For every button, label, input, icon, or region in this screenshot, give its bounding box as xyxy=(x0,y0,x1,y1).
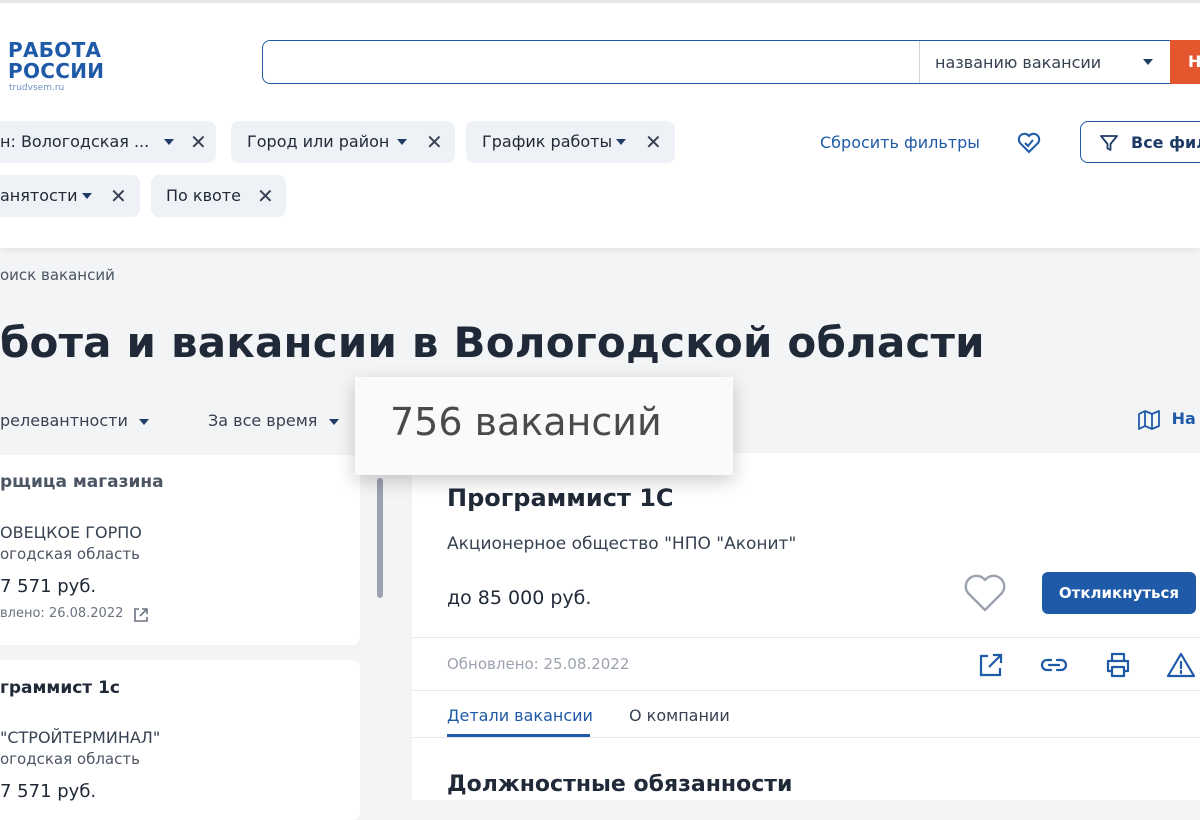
period-label: За все время xyxy=(208,411,318,430)
top-divider xyxy=(0,0,1200,3)
external-link-icon[interactable] xyxy=(132,606,150,624)
breadcrumb[interactable]: оиск вакансий xyxy=(0,266,115,284)
vacancy-card-company: ОВЕЦКОЕ ГОРПО xyxy=(0,523,142,542)
all-filters-label: Все фил xyxy=(1131,133,1200,152)
vacancy-card-company: "СТРОЙТЕРМИНАЛ" xyxy=(0,728,161,747)
logo-line-1: РАБОТА xyxy=(8,38,102,62)
filter-chip-quota[interactable]: По квоте ✕ xyxy=(151,175,286,217)
vacancy-salary: до 85 000 руб. xyxy=(447,587,592,609)
vacancy-company[interactable]: Акционерное общество "НПО "Аконит" xyxy=(447,534,796,554)
close-icon[interactable]: ✕ xyxy=(190,121,207,163)
warning-icon[interactable] xyxy=(1166,651,1196,679)
heart-icon[interactable] xyxy=(962,572,1008,614)
chevron-down-icon[interactable] xyxy=(397,139,407,145)
tab-about-company[interactable]: О компании xyxy=(629,706,730,725)
filter-chip-label: Город или район xyxy=(247,132,390,151)
vacancy-card-title[interactable]: граммист 1с xyxy=(0,678,120,698)
external-link-icon[interactable] xyxy=(977,651,1005,679)
sort-label: релевантности xyxy=(0,411,128,430)
search-button[interactable]: Н xyxy=(1170,40,1200,84)
all-filters-button[interactable]: Все фил xyxy=(1080,121,1200,163)
search-input[interactable] xyxy=(263,41,922,85)
logo-site: trudvsem.ru xyxy=(9,83,65,93)
chevron-down-icon[interactable] xyxy=(82,193,92,199)
close-icon[interactable]: ✕ xyxy=(257,175,274,217)
filter-chip-region[interactable]: н: Вологодская ... ✕ xyxy=(0,121,216,163)
vacancy-card-title[interactable]: рщица магазина xyxy=(0,472,164,492)
vacancy-card-region: огодская область xyxy=(0,750,140,768)
map-icon xyxy=(1138,409,1160,430)
chevron-down-icon[interactable] xyxy=(164,139,174,145)
link-icon[interactable] xyxy=(1039,652,1069,678)
filter-icon xyxy=(1100,135,1118,151)
map-label: На xyxy=(1171,409,1196,428)
filter-chip-city[interactable]: Город или район ✕ xyxy=(231,121,455,163)
vacancy-card-salary: 7 571 руб. xyxy=(0,781,97,802)
vacancy-card-updated: влено: 26.08.2022 xyxy=(0,606,124,621)
filter-chip-schedule[interactable]: График работы ✕ xyxy=(466,121,675,163)
sort-relevance-dropdown[interactable]: релевантности xyxy=(0,411,149,430)
chevron-down-icon xyxy=(138,418,149,425)
divider xyxy=(412,737,1200,738)
chevron-down-icon[interactable] xyxy=(1143,59,1153,65)
vacancy-updated: Обновлено: 25.08.2022 xyxy=(447,655,630,673)
vacancy-card-salary: 7 571 руб. xyxy=(0,576,97,597)
reset-filters-link[interactable]: Сбросить фильтры xyxy=(820,133,980,152)
section-title-duties: Должностные обязанности xyxy=(447,772,793,797)
filter-chip-label: н: Вологодская ... xyxy=(0,132,150,151)
divider xyxy=(412,690,1200,691)
filter-chip-label: анятости xyxy=(0,186,78,205)
tab-vacancy-details[interactable]: Детали вакансии xyxy=(447,706,593,725)
saved-search-icon[interactable] xyxy=(1016,130,1042,156)
close-icon[interactable]: ✕ xyxy=(426,121,443,163)
filter-chip-employment[interactable]: анятости ✕ xyxy=(0,175,140,217)
chevron-down-icon[interactable] xyxy=(616,139,626,145)
search-divider xyxy=(919,41,920,83)
logo[interactable]: РАБОТА РОССИИ xyxy=(8,40,104,82)
sort-period-dropdown[interactable]: За все время xyxy=(208,411,339,430)
vacancy-card-region: огодская область xyxy=(0,545,140,563)
print-icon[interactable] xyxy=(1104,651,1132,679)
search-bar: названию вакансии xyxy=(262,40,1200,85)
search-field-select[interactable]: названию вакансии xyxy=(935,53,1101,72)
divider xyxy=(412,637,1200,638)
apply-button[interactable]: Откликнуться xyxy=(1042,572,1196,614)
filter-chip-label: График работы xyxy=(482,132,613,151)
list-scrollbar[interactable] xyxy=(377,478,383,598)
vacancy-title: Программист 1С xyxy=(447,484,674,512)
close-icon[interactable]: ✕ xyxy=(645,121,662,163)
chevron-down-icon xyxy=(328,418,339,425)
logo-line-2: РОССИИ xyxy=(8,59,105,83)
vacancy-count: 756 вакансий xyxy=(390,400,662,444)
close-icon[interactable]: ✕ xyxy=(110,175,127,217)
page-title: бота и вакансии в Вологодской области xyxy=(0,318,985,367)
filter-chip-label: По квоте xyxy=(166,186,241,205)
map-toggle[interactable]: На xyxy=(1138,409,1196,430)
